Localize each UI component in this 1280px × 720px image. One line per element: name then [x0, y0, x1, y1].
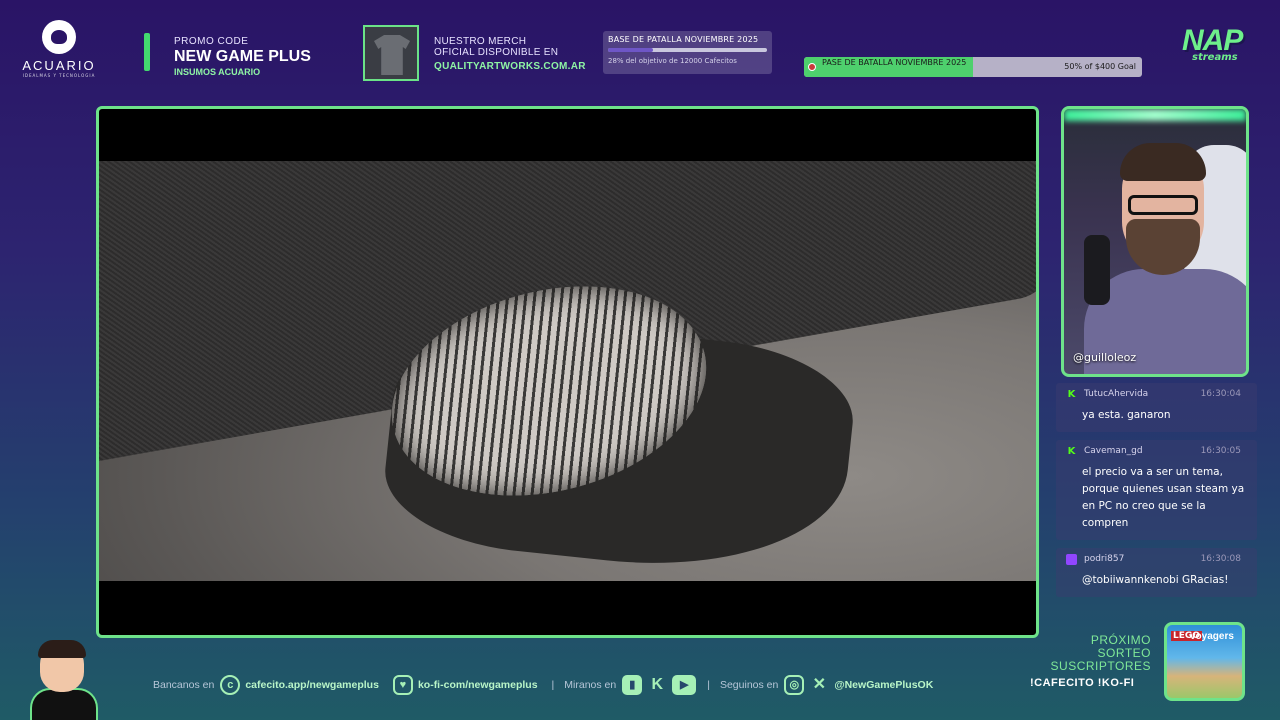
avatar-hair [38, 640, 86, 658]
merch-line-1: NUESTRO MERCH [434, 36, 527, 47]
instagram-icon[interactable]: ◎ [784, 675, 805, 695]
giveaway-commands: !CAFECITO !KO-FI [1030, 677, 1135, 689]
merch-block: NUESTRO MERCH OFICIAL DISPONIBLE EN QUAL… [434, 36, 586, 72]
chat-username[interactable]: Caveman_gd [1084, 446, 1143, 456]
nap-logo-sub: streams [1192, 52, 1238, 63]
streamer-avatar [26, 640, 102, 720]
microphone-icon [1084, 235, 1110, 305]
promo-accent-bar [144, 33, 150, 71]
webcam-streamer-glasses [1128, 195, 1198, 215]
webcam-led-strip [1064, 109, 1246, 121]
cafecito-goal-status: 28% del objetivo de 12000 Cafecitos [608, 57, 737, 65]
kofi-goal-icon [808, 63, 816, 71]
twitch-badge-icon [1066, 554, 1077, 565]
cafecito-icon: c [220, 675, 241, 695]
youtube-icon[interactable]: ▶ [672, 675, 697, 695]
bancanos-label: Bancanos en [153, 679, 215, 691]
promo-code-block: PROMO CODE NEW GAME PLUS INSUMOS ACUARIO [174, 36, 311, 77]
chat-text: ya esta. ganaron [1082, 409, 1171, 421]
chat-message: K Caveman_gd 16:30:05 el precio va a ser… [1056, 440, 1257, 540]
cafecito-goal-bar [608, 48, 767, 52]
chat-text: el precio va a ser un tema, porque quien… [1082, 466, 1245, 529]
x-icon[interactable]: ✕ [809, 675, 829, 695]
footer-separator: | [707, 679, 710, 691]
kick-badge-icon: K [1067, 389, 1076, 400]
kofi-link[interactable]: ko-fi-com/newgameplus [418, 679, 538, 691]
merch-line-2: OFICIAL DISPONIBLE EN [434, 47, 559, 58]
kofi-goal-widget: PASE DE BATALLA NOVIEMBRE 2025 50% of $4… [804, 57, 1142, 77]
cafecito-goal-title: BASE DE PATALLA NOVIEMBRE 2025 [608, 35, 759, 44]
kofi-goal-title: PASE DE BATALLA NOVIEMBRE 2025 [822, 58, 967, 67]
giveaway-prize-image: LEGO voyagers [1164, 622, 1245, 701]
promo-code: NEW GAME PLUS [174, 48, 311, 65]
chat-message-meta: K Caveman_gd 16:30:05 [1064, 444, 1251, 458]
webcam-feed: @guilloleoz [1061, 106, 1249, 377]
chat-message: podri857 16:30:08 @tobiiwannkenobi GRaci… [1056, 548, 1257, 597]
cafecito-goal-widget: BASE DE PATALLA NOVIEMBRE 2025 28% del o… [603, 31, 772, 74]
webcam-streamer-hair [1120, 143, 1206, 181]
kofi-icon: ♥ [392, 675, 413, 695]
chat-timestamp: 16:30:05 [1200, 446, 1241, 456]
cafecito-link[interactable]: cafecito.app/newgameplus [245, 679, 379, 691]
kick-icon[interactable]: K [647, 675, 667, 695]
chat-text: @tobiiwannkenobi GRacias! [1082, 574, 1229, 586]
giveaway-line-3: SUSCRIPTORES [1050, 659, 1151, 673]
seguinos-label: Seguinos en [719, 679, 779, 691]
avatar-body [30, 688, 98, 720]
chat-username[interactable]: TutucAhervida [1084, 389, 1148, 399]
acuario-name: ACUARIO [22, 58, 96, 73]
twitch-icon[interactable]: ▮ [622, 675, 643, 695]
social-handle[interactable]: @NewGamePlusOK [834, 679, 933, 691]
miranos-label: Miranos en [564, 679, 617, 691]
promo-sponsor: INSUMOS ACUARIO [174, 67, 261, 77]
chat-timestamp: 16:30:08 [1200, 554, 1241, 564]
chat-message-meta: K TutucAhervida 16:30:04 [1064, 387, 1251, 401]
merch-site-link[interactable]: QUALITYARTWORKS.COM.AR [434, 61, 586, 72]
shirt-icon [374, 35, 410, 75]
chat-username[interactable]: podri857 [1084, 554, 1124, 564]
kick-badge-icon: K [1067, 446, 1076, 457]
main-video-player[interactable] [96, 106, 1039, 638]
merch-shirt-image [363, 25, 419, 81]
chat-timestamp: 16:30:04 [1200, 389, 1241, 399]
acuario-tagline: IDEALMAS Y TECNOLOGIA [22, 73, 96, 78]
promo-label: PROMO CODE [174, 36, 249, 47]
kofi-goal-status: 50% of $400 Goal [1064, 62, 1136, 71]
chat-message-meta: podri857 16:30:08 [1064, 552, 1251, 566]
chat-message: K TutucAhervida 16:30:04 ya esta. ganaro… [1056, 383, 1257, 432]
acuario-mark-icon [42, 20, 76, 54]
giveaway-title: PRÓXIMO SORTEO SUSCRIPTORES [1040, 634, 1151, 673]
video-frame [99, 161, 1036, 581]
nap-streams-logo: NAP streams [1182, 24, 1258, 78]
footer-separator: | [551, 679, 555, 691]
streamer-handle: @guilloleoz [1073, 351, 1137, 364]
acuario-logo: ACUARIO IDEALMAS Y TECNOLOGIA [14, 20, 104, 82]
footer-links-bar: Bancanos en c cafecito.app/newgameplus ♥… [153, 674, 947, 696]
cafecito-goal-fill [608, 48, 653, 52]
chat-panel: K TutucAhervida 16:30:04 ya esta. ganaro… [1056, 383, 1257, 605]
prize-name: voyagers [1190, 631, 1234, 642]
